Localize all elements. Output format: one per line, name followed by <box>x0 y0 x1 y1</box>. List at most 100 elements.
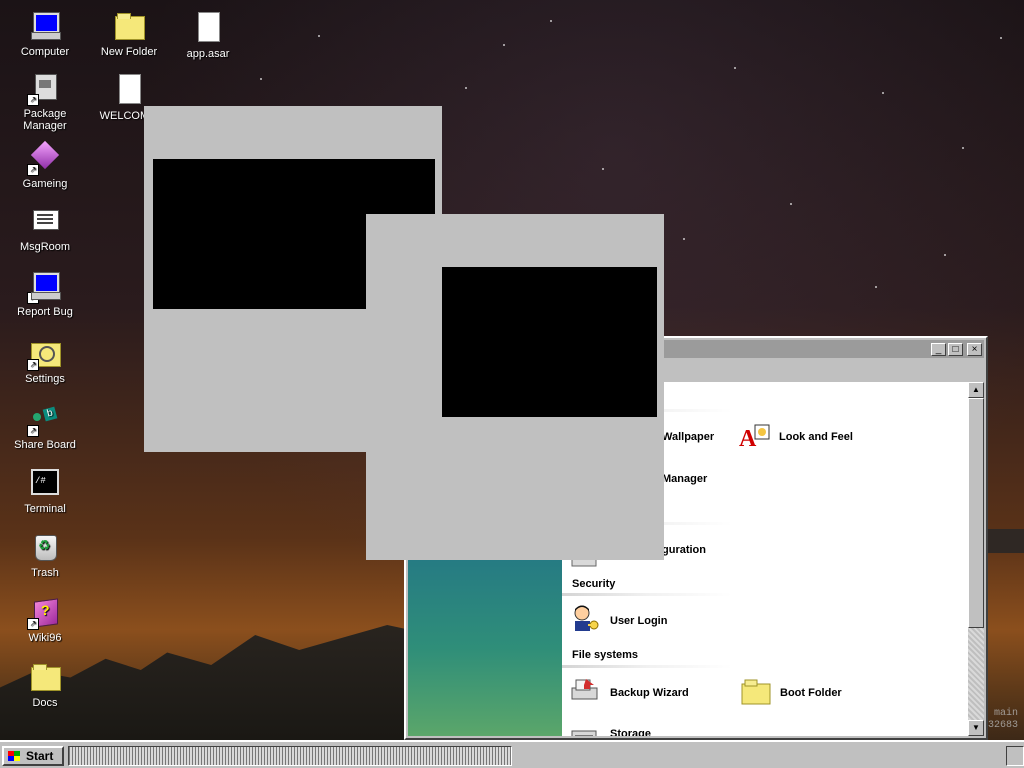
desktop-icon-trash[interactable]: Trash <box>8 531 82 579</box>
desktop-icon-settings[interactable]: ↗ Settings <box>8 337 82 385</box>
desktop-icon-package-manager[interactable]: ↗ Package Manager <box>8 72 82 132</box>
control-panel-item-storage[interactable]: Storage <box>610 728 651 736</box>
star <box>260 78 262 80</box>
desktop-icon-terminal[interactable]: Terminal <box>8 467 82 515</box>
svg-text:A: A <box>739 426 757 452</box>
desktop-icon-computer[interactable]: Computer <box>8 10 82 58</box>
desktop-icon-label: Package Manager <box>23 108 67 132</box>
desktop-icon-label: Trash <box>31 567 59 579</box>
cube-icon: ↗ <box>27 142 61 176</box>
desktop-icon-label: Computer <box>20 46 70 58</box>
trash-icon <box>29 531 61 563</box>
star <box>1000 37 1002 39</box>
shortcut-arrow-icon: ↗ <box>27 94 39 106</box>
desktop-icon-label: Wiki96 <box>28 632 62 644</box>
desktop-icon-label: New Folder <box>100 46 158 58</box>
control-panel-sidebar <box>408 560 562 736</box>
computer-icon <box>29 10 61 42</box>
taskbar: Start <box>0 740 1024 768</box>
scroll-up-button[interactable]: ▲ <box>968 382 984 398</box>
section-divider <box>562 593 732 596</box>
maximize-icon: □ <box>952 344 959 355</box>
section-title-file-systems: File systems <box>572 649 639 661</box>
desktop-icon-app-asar[interactable]: app.asar <box>171 12 245 60</box>
control-panel-item-user-login[interactable]: User Login <box>610 615 667 627</box>
folder-icon <box>29 661 61 693</box>
storage-icon <box>570 718 602 736</box>
folder-icon <box>113 10 145 42</box>
scroll-down-button[interactable]: ▼ <box>968 720 984 736</box>
control-panel-item-wallpaper[interactable]: Wallpaper <box>662 431 714 443</box>
blank-window[interactable] <box>366 214 664 560</box>
star <box>882 92 884 94</box>
package-icon: ↗ <box>27 72 61 106</box>
scroll-up-icon: ▲ <box>972 385 980 394</box>
control-panel-item-boot-folder[interactable]: Boot Folder <box>780 687 842 699</box>
desktop-icon-label: Gameing <box>22 178 68 190</box>
control-panel-item-manager[interactable]: Manager <box>662 473 707 485</box>
control-panel-item-look-and-feel[interactable]: Look and Feel <box>779 431 853 443</box>
close-icon: × <box>971 344 978 355</box>
star <box>875 286 877 288</box>
monitor-icon: ↗ <box>27 270 61 304</box>
star <box>962 147 964 149</box>
star <box>734 67 736 69</box>
settings-folder-icon: ↗ <box>27 337 61 371</box>
shortcut-arrow-icon: ↗ <box>27 164 39 176</box>
system-tray[interactable] <box>1006 746 1024 766</box>
start-button-label: Start <box>26 749 54 763</box>
desktop-icon-docs[interactable]: Docs <box>8 661 82 709</box>
shortcut-arrow-icon: ↗ <box>27 292 39 304</box>
boot-folder-icon <box>740 676 772 708</box>
maximize-button[interactable]: □ <box>948 343 963 356</box>
scroll-thumb[interactable] <box>968 398 984 628</box>
desktop-icon-label: Terminal <box>24 503 66 515</box>
control-panel-item-backup-wizard[interactable]: Backup Wizard <box>610 687 689 699</box>
message-icon <box>29 205 61 237</box>
user-login-icon <box>570 603 602 635</box>
desktop-icon-wiki96[interactable]: ↗ Wiki96 <box>8 596 82 644</box>
shortcut-arrow-icon: ↗ <box>27 425 39 437</box>
desktop-icon-share-board[interactable]: ↗ Share Board <box>8 403 82 451</box>
minimize-button[interactable]: _ <box>931 343 946 356</box>
file-icon <box>192 12 224 44</box>
start-button[interactable]: Start <box>2 746 64 766</box>
star <box>465 87 467 89</box>
star <box>790 203 792 205</box>
desktop-icon-label: Report Bug <box>17 306 73 318</box>
desktop-icon-label: app.asar <box>186 48 230 60</box>
share-board-icon: ↗ <box>27 403 61 437</box>
wiki-book-icon: ↗ <box>27 596 61 630</box>
distant-ridge <box>984 529 1024 553</box>
control-panel-item-configuration[interactable]: guration <box>662 544 706 556</box>
desktop-icon-msgroom[interactable]: MsgRoom <box>8 205 82 253</box>
start-logo-icon <box>8 751 20 761</box>
watermark-line-1: main <box>993 708 1018 719</box>
backup-wizard-icon <box>570 675 602 707</box>
desktop-icon-new-folder[interactable]: New Folder <box>92 10 166 58</box>
desktop-icon-gameing[interactable]: ↗ Gameing <box>8 142 82 190</box>
close-button[interactable]: × <box>967 343 982 356</box>
section-title-security: Security <box>572 578 616 590</box>
watermark-line-2: 32683 <box>987 720 1018 731</box>
black-preview-area <box>442 267 657 417</box>
markdown-file-icon <box>113 74 145 106</box>
desktop-icon-label: Docs <box>32 697 58 709</box>
terminal-icon <box>29 467 61 499</box>
star <box>944 254 946 256</box>
star <box>550 20 552 22</box>
vertical-scrollbar[interactable]: ▲ ▼ <box>968 382 984 736</box>
look-and-feel-icon: A <box>739 421 771 453</box>
desktop-icon-report-bug[interactable]: ↗ Report Bug <box>8 270 82 318</box>
taskbar-running-apps-strip[interactable] <box>68 746 512 766</box>
desktop-icon-label: MsgRoom <box>19 241 71 253</box>
desktop-icon-label: Share Board <box>14 439 76 451</box>
shortcut-arrow-icon: ↗ <box>27 359 39 371</box>
desktop-watermark: main 32683 <box>988 708 1018 732</box>
star <box>602 168 604 170</box>
scroll-down-icon: ▼ <box>972 723 980 732</box>
minimize-icon: _ <box>935 344 942 355</box>
star <box>683 238 685 240</box>
shortcut-arrow-icon: ↗ <box>27 618 39 630</box>
star <box>503 44 505 46</box>
